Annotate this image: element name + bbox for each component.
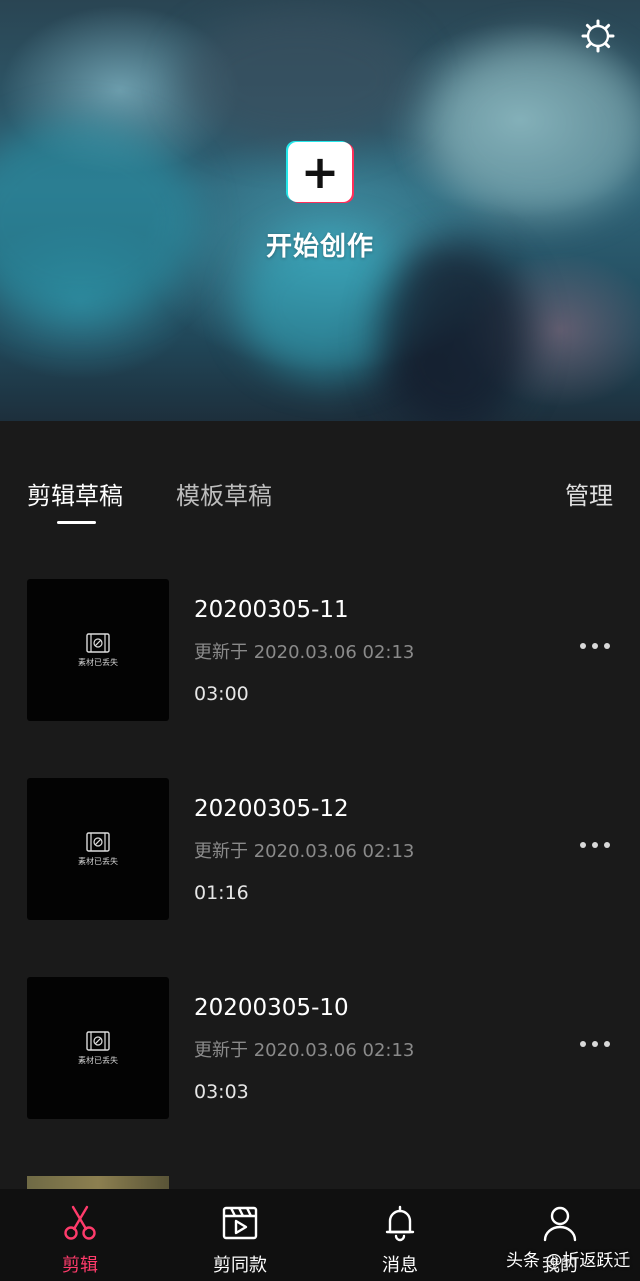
nav-edit[interactable]: 剪辑 [0, 1189, 160, 1281]
more-options-icon[interactable] [580, 1041, 610, 1049]
draft-title: 20200305-11 [194, 597, 349, 623]
bell-icon [385, 1205, 415, 1242]
start-create-label[interactable]: 开始创作 [0, 226, 640, 263]
missing-media-icon [86, 632, 110, 653]
draft-title: 20200305-12 [194, 796, 349, 822]
missing-media-text: 素材已丢失 [78, 1055, 118, 1065]
tab-template-drafts[interactable]: 模板草稿 [176, 476, 272, 511]
watermark-text: 头条 @折返跃迁 [506, 1251, 631, 1271]
draft-item[interactable]: 素材已丢失 20200305-11 更新于 2020.03.06 02:13 0… [0, 579, 640, 721]
draft-thumbnail[interactable]: 素材已丢失 [27, 977, 169, 1119]
manage-button[interactable]: 管理 [565, 476, 613, 511]
missing-media-icon [86, 1030, 110, 1051]
draft-item[interactable]: 素材已丢失 20200305-10 更新于 2020.03.06 02:13 0… [0, 977, 640, 1119]
draft-duration: 03:00 [194, 683, 249, 705]
tab-edit-drafts[interactable]: 剪辑草稿 [27, 476, 123, 511]
user-icon [543, 1206, 577, 1242]
draft-item[interactable]: 素材已丢失 20200305-12 更新于 2020.03.06 02:13 0… [0, 778, 640, 920]
draft-duration: 03:03 [194, 1081, 249, 1103]
draft-thumbnail[interactable]: 素材已丢失 [27, 778, 169, 920]
nav-edit-label: 剪辑 [62, 1255, 98, 1276]
gear-icon[interactable] [580, 18, 616, 54]
nav-messages[interactable]: 消息 [320, 1189, 480, 1281]
draft-updated-time: 更新于 2020.03.06 02:13 [194, 642, 415, 663]
draft-thumbnail-partial[interactable] [27, 1176, 169, 1190]
draft-duration: 01:16 [194, 882, 249, 904]
active-tab-indicator [57, 521, 96, 524]
clapperboard-icon [222, 1206, 258, 1240]
nav-messages-label: 消息 [382, 1255, 418, 1276]
scissors-icon [64, 1205, 96, 1240]
draft-tabs: 剪辑草稿 模板草稿 管理 [0, 421, 640, 541]
missing-media-text: 素材已丢失 [78, 657, 118, 667]
more-options-icon[interactable] [580, 643, 610, 651]
nav-templates-label: 剪同款 [213, 1255, 267, 1276]
missing-media-icon [86, 831, 110, 852]
draft-thumbnail[interactable]: 素材已丢失 [27, 579, 169, 721]
plus-icon: + [300, 145, 340, 199]
nav-templates[interactable]: 剪同款 [160, 1189, 320, 1281]
more-options-icon[interactable] [580, 842, 610, 850]
draft-updated-time: 更新于 2020.03.06 02:13 [194, 841, 415, 862]
hero-banner: + 开始创作 [0, 0, 640, 421]
create-button-face: + [288, 142, 352, 202]
draft-title: 20200305-10 [194, 995, 349, 1021]
draft-updated-time: 更新于 2020.03.06 02:13 [194, 1040, 415, 1061]
start-create-button[interactable]: + [286, 141, 354, 203]
missing-media-text: 素材已丢失 [78, 856, 118, 866]
app-root: + 开始创作 剪辑草稿 模板草稿 管理 素材已丢失 20200305-11 更新… [0, 0, 640, 1281]
